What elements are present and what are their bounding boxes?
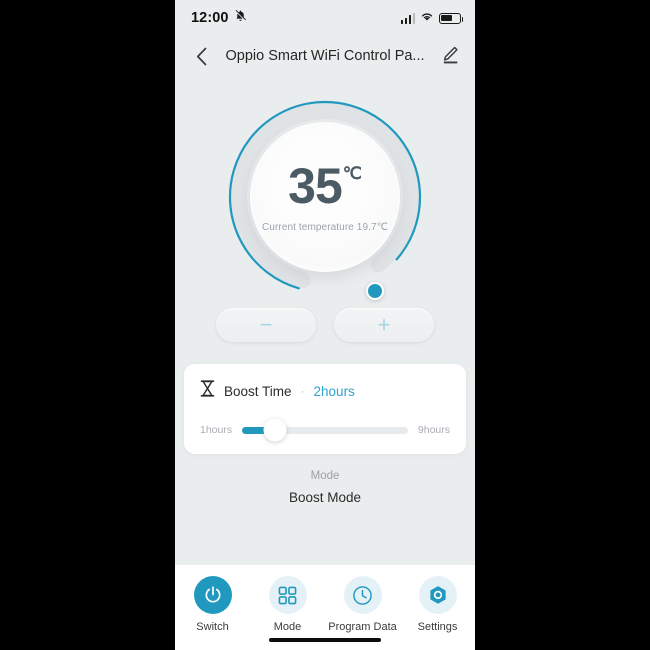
slider-max-label: 9hours: [417, 424, 450, 436]
battery-icon: [439, 12, 464, 24]
grid-squares-icon: [278, 586, 297, 604]
boost-time-slider-row: 1hours 9hours: [200, 418, 450, 442]
target-temp-value: 35: [288, 158, 343, 214]
nav-label-settings: Settings: [417, 621, 458, 633]
target-temp-unit: ℃: [342, 164, 362, 183]
hourglass-icon: [200, 380, 215, 402]
title-bar: Oppio Smart WiFi Control Pa...: [175, 36, 475, 76]
target-temperature: 35 ℃: [288, 161, 362, 211]
page-title: Oppio Smart WiFi Control Pa...: [225, 48, 425, 64]
nav-label-mode: Mode: [273, 621, 302, 633]
temperature-stepper: − +: [175, 308, 475, 342]
mode-label: Mode: [310, 470, 340, 482]
signal-bars-icon: [400, 12, 415, 24]
clock-icon-wrap: [343, 576, 382, 614]
mode-value[interactable]: Boost Mode: [175, 490, 475, 505]
status-time: 12:00: [191, 10, 229, 26]
home-indicator-bar: [269, 637, 381, 642]
dial-knob[interactable]: [366, 282, 384, 300]
status-bar: 12:00: [175, 0, 475, 36]
chevron-left-icon: [196, 47, 206, 65]
dial-face: 35 ℃ Current temperature 19.7℃: [250, 122, 400, 272]
boost-time-value[interactable]: 2hours: [314, 384, 355, 399]
grid-squares-icon-wrap: [268, 576, 307, 614]
hexagon-gear-icon-wrap: [418, 576, 457, 614]
clock-icon: [353, 585, 372, 605]
phone-screen: 12:00 Oppio Smart WiFi Control Pa... 35 …: [175, 0, 475, 650]
power-icon-wrap: [193, 576, 232, 614]
temperature-dial[interactable]: 35 ℃ Current temperature 19.7℃: [227, 99, 423, 300]
increase-temperature-button[interactable]: +: [334, 308, 434, 342]
power-icon: [205, 586, 220, 603]
bell-muted-icon: [234, 9, 247, 27]
temperature-dial-area: 35 ℃ Current temperature 19.7℃: [175, 82, 475, 312]
back-button[interactable]: [189, 41, 213, 71]
nav-label-program-data: Program Data: [328, 621, 397, 633]
nav-item-program-data[interactable]: Program Data: [328, 576, 397, 633]
minus-icon: −: [259, 312, 273, 337]
edit-pencil-icon: [443, 46, 458, 64]
decrease-temperature-button[interactable]: −: [216, 308, 316, 342]
boost-time-title: Boost Time: [224, 383, 292, 399]
nav-item-switch[interactable]: Switch: [179, 576, 247, 633]
nav-label-switch: Switch: [196, 621, 229, 633]
plus-icon: +: [377, 312, 391, 337]
mode-section: Mode Boost Mode: [175, 470, 475, 505]
nav-item-mode[interactable]: Mode: [254, 576, 322, 633]
slider-min-label: 1hours: [200, 424, 233, 436]
boost-time-slider[interactable]: [242, 418, 408, 442]
bottom-navigation: Switch Mode Program Data Settings: [175, 565, 475, 650]
hexagon-gear-icon: [429, 585, 446, 604]
boost-time-card: Boost Time · 2hours 1hours 9hours: [184, 364, 466, 454]
wifi-icon: [420, 9, 434, 27]
slider-handle[interactable]: [263, 418, 287, 442]
nav-item-settings[interactable]: Settings: [404, 576, 472, 633]
status-indicators: [400, 0, 464, 36]
edit-button[interactable]: [437, 41, 463, 69]
boost-time-header: Boost Time · 2hours: [200, 380, 450, 402]
current-temperature-label: Current temperature 19.7℃: [261, 222, 388, 233]
boost-time-separator: ·: [300, 384, 305, 398]
